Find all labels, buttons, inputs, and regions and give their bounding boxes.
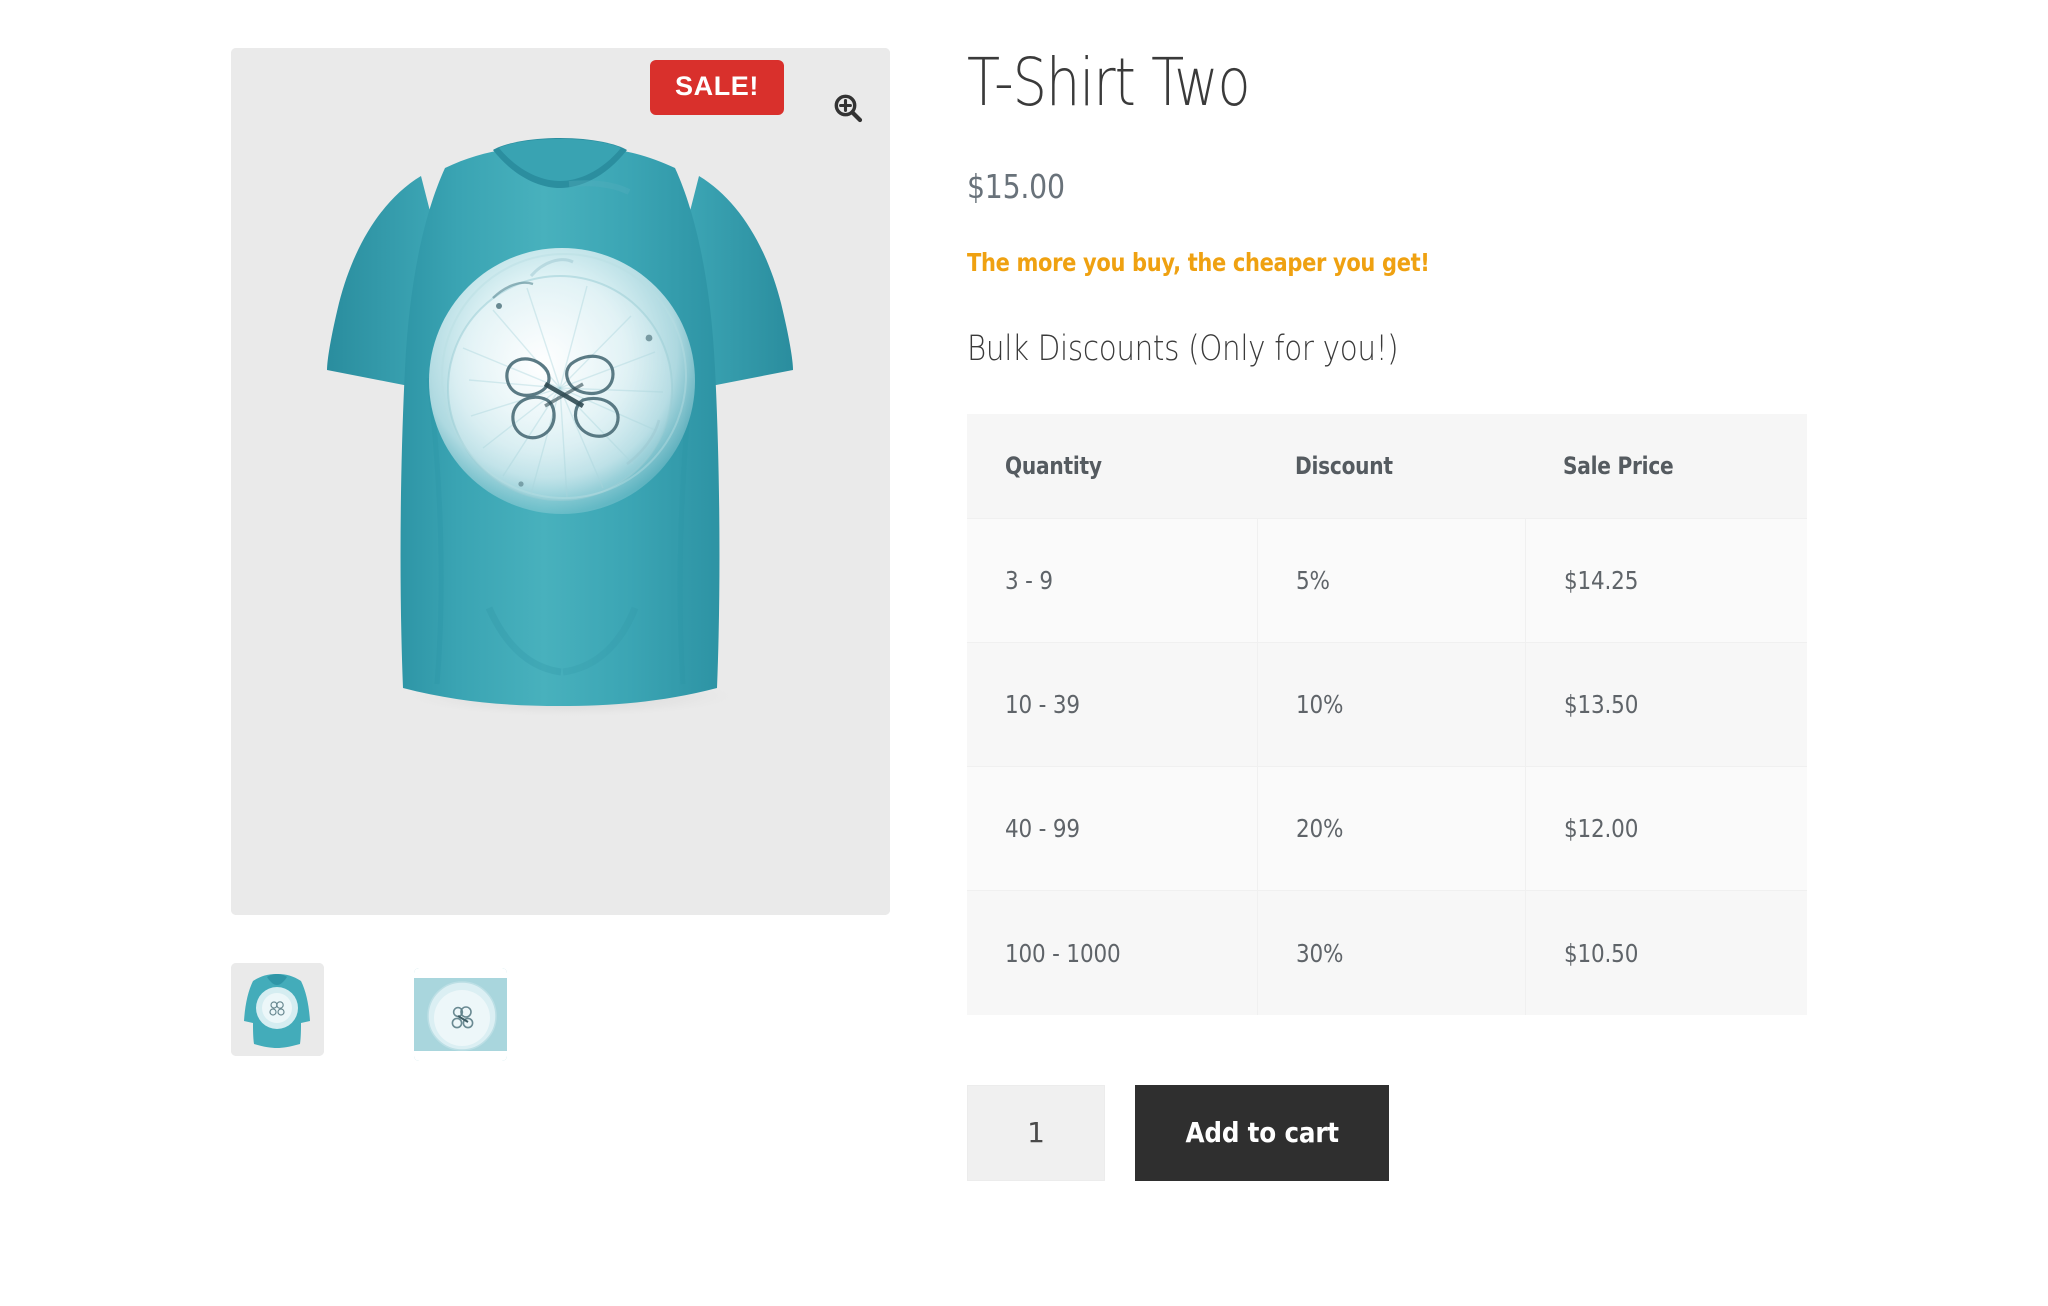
cell-discount-value: 5% (1295, 566, 1330, 596)
column-header-discount-label: Discount (1295, 452, 1393, 481)
cell-sale-price: $14.25 (1525, 518, 1807, 643)
product-price: $15.00 (967, 167, 1065, 207)
sale-badge: SALE! (650, 60, 784, 115)
table-row: 100 - 1000 30% $10.50 (967, 890, 1807, 1015)
cell-discount: 20% (1257, 766, 1526, 891)
cell-quantity: 100 - 1000 (967, 890, 1258, 1015)
cell-sale-price: $13.50 (1525, 642, 1807, 767)
product-summary: T-Shirt Two $15.00 The more you buy, the… (967, 48, 1817, 1181)
cell-discount-value: 30% (1295, 938, 1343, 968)
table-header-row: Quantity Discount Sale Price (967, 414, 1807, 519)
bulk-discount-table: Quantity Discount Sale Price 3 - 9 5% $1… (967, 414, 1807, 1015)
cell-sale-price-value: $12.00 (1563, 814, 1638, 844)
bulk-discounts-heading: Bulk Discounts (Only for you!) (967, 329, 1399, 370)
main-product-image[interactable]: SALE! (231, 48, 890, 915)
cell-discount-value: 10% (1295, 690, 1343, 720)
cell-quantity: 40 - 99 (967, 766, 1258, 891)
column-header-quantity: Quantity (967, 414, 1257, 519)
thumbnail-0[interactable] (231, 963, 324, 1056)
cell-discount-value: 20% (1295, 814, 1343, 844)
product-gallery: SALE! (231, 48, 890, 1061)
thumbnail-list (231, 963, 890, 1061)
cell-quantity: 3 - 9 (967, 518, 1258, 643)
add-to-cart-label: Add to cart (1185, 1116, 1339, 1150)
page-title: T-Shirt Two (967, 44, 1251, 121)
cell-quantity-value: 40 - 99 (1005, 814, 1080, 844)
column-header-sale-price: Sale Price (1525, 414, 1807, 519)
promo-message: The more you buy, the cheaper you get! (967, 248, 1430, 278)
product-page: SALE! T-Shirt Two $15.00 The more you bu… (0, 0, 2048, 1306)
cell-discount: 5% (1257, 518, 1526, 643)
cell-quantity-value: 10 - 39 (1005, 690, 1080, 720)
column-header-sale-price-label: Sale Price (1563, 452, 1674, 481)
table-body: 3 - 9 5% $14.25 10 - 39 10% $13.50 40 - … (967, 518, 1807, 1015)
cell-quantity-value: 100 - 1000 (1005, 938, 1121, 968)
add-to-cart-button[interactable]: Add to cart (1135, 1084, 1390, 1181)
column-header-discount: Discount (1257, 414, 1525, 519)
quantity-input[interactable] (967, 1084, 1105, 1181)
cell-sale-price-value: $13.50 (1563, 690, 1638, 720)
table-row: 40 - 99 20% $12.00 (967, 766, 1807, 891)
product-image-svg (231, 48, 890, 915)
table-row: 10 - 39 10% $13.50 (967, 642, 1807, 767)
cell-sale-price-value: $14.25 (1563, 566, 1638, 596)
thumbnail-1[interactable] (414, 968, 507, 1061)
cell-sale-price: $10.50 (1525, 890, 1807, 1015)
table-row: 3 - 9 5% $14.25 (967, 518, 1807, 643)
add-to-cart-form: Add to cart (967, 1084, 1817, 1181)
cell-quantity-value: 3 - 9 (1005, 566, 1053, 596)
table-header: Quantity Discount Sale Price (967, 414, 1807, 519)
cell-sale-price: $12.00 (1525, 766, 1807, 891)
cell-quantity: 10 - 39 (967, 642, 1258, 767)
magnifier-plus-icon[interactable] (824, 84, 872, 132)
column-header-quantity-label: Quantity (1005, 452, 1102, 481)
cell-discount: 30% (1257, 890, 1526, 1015)
cell-sale-price-value: $10.50 (1563, 938, 1638, 968)
cell-discount: 10% (1257, 642, 1526, 767)
